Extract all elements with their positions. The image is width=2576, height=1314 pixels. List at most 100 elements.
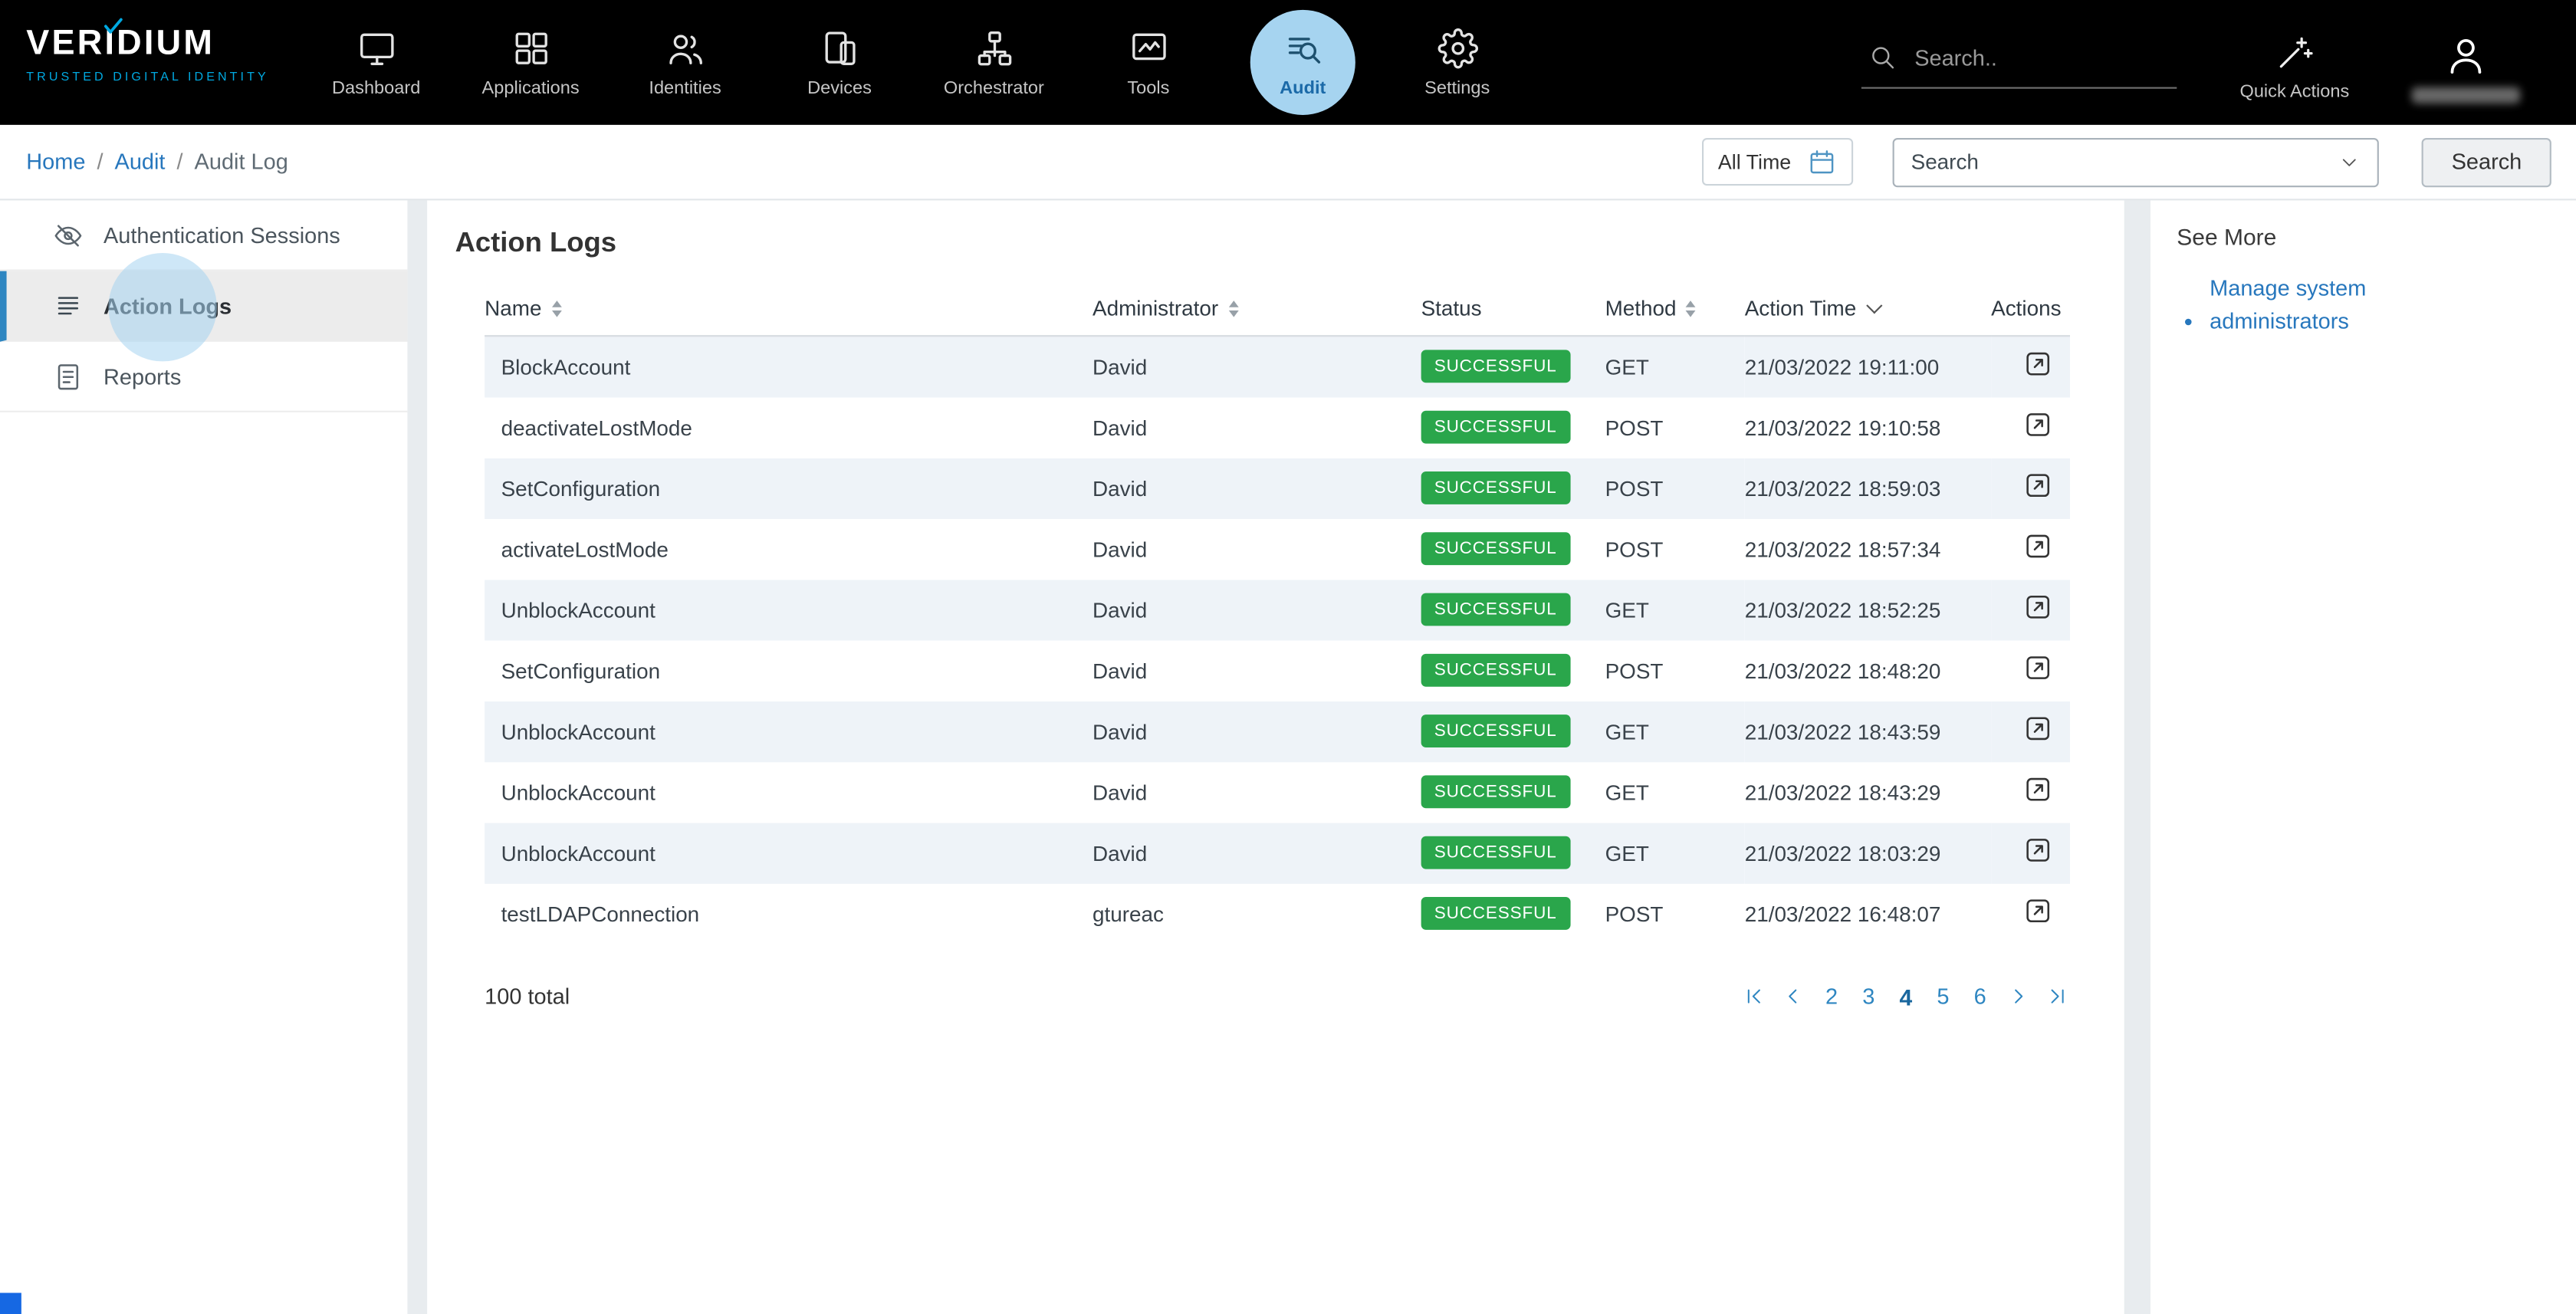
- cell-name: BlockAccount: [485, 336, 1092, 396]
- column-header-inner: Administrator: [1092, 296, 1238, 320]
- veridium-logo[interactable]: VERIDIUM TRUSTED DIGITAL IDENTITY: [0, 0, 276, 125]
- page-2-button[interactable]: 2: [1821, 984, 1843, 1009]
- breadcrumb-item-audit-log: Audit Log: [195, 149, 288, 174]
- quick-actions-button[interactable]: Quick Actions: [2239, 23, 2349, 102]
- nav-item-label: Dashboard: [332, 78, 420, 98]
- cell-status: SUCCESSFUL: [1421, 823, 1605, 883]
- nav-item-label: Devices: [807, 78, 872, 98]
- search-button[interactable]: Search: [2422, 137, 2551, 186]
- table-row: activateLostModeDavidSUCCESSFULPOST21/03…: [485, 518, 2070, 579]
- status-badge: SUCCESSFUL: [1421, 593, 1570, 626]
- nav-item-devices[interactable]: Devices: [762, 0, 916, 125]
- global-search-input[interactable]: [1914, 45, 2153, 70]
- cell-name: UnblockAccount: [485, 761, 1092, 822]
- status-badge: SUCCESSFUL: [1421, 897, 1570, 930]
- eye-off-icon: [53, 219, 84, 251]
- dashboard-icon: [356, 27, 397, 68]
- cell-name: deactivateLostMode: [485, 397, 1092, 458]
- cell-name: testLDAPConnection: [485, 883, 1092, 944]
- open-log-action-button[interactable]: [2022, 470, 2054, 501]
- open-log-icon: [2022, 652, 2054, 684]
- column-header-method[interactable]: Method: [1605, 283, 1745, 337]
- veridium-admin-console: VERIDIUM TRUSTED DIGITAL IDENTITY Dashbo…: [0, 0, 2576, 1314]
- nav-item-dashboard[interactable]: Dashboard: [299, 0, 453, 125]
- search-icon: [1868, 43, 1898, 73]
- cell-administrator: David: [1092, 397, 1421, 458]
- nav-item-settings[interactable]: Settings: [1380, 0, 1534, 125]
- nav-item-tools[interactable]: Tools: [1071, 0, 1225, 125]
- open-log-action-button[interactable]: [2022, 895, 2054, 927]
- action-logs-table: NameAdministrator Status Method Action Time…: [485, 283, 2070, 1010]
- sort-icon: [1686, 300, 1696, 316]
- action-logs-table-body: BlockAccountDavidSUCCESSFULGET21/03/2022…: [485, 336, 2070, 944]
- person-icon: [2443, 32, 2489, 78]
- devices-icon: [819, 27, 860, 68]
- nav-item-orchestrator[interactable]: Orchestrator: [917, 0, 1071, 125]
- open-log-action-button[interactable]: [2022, 774, 2054, 805]
- cell-status: SUCCESSFUL: [1421, 336, 1605, 396]
- page-5-button[interactable]: 5: [1932, 984, 1954, 1009]
- status-badge: SUCCESSFUL: [1421, 471, 1570, 504]
- cell-action-time: 21/03/2022 18:52:25: [1745, 579, 1991, 639]
- orchestrator-icon: [974, 27, 1015, 68]
- open-log-icon: [2022, 349, 2054, 380]
- cell-action-time: 21/03/2022 18:59:03: [1745, 458, 1991, 518]
- nav-item-audit[interactable]: Audit: [1226, 0, 1380, 125]
- column-header-administrator[interactable]: Administrator: [1092, 283, 1421, 337]
- table-row: SetConfigurationDavidSUCCESSFULPOST21/03…: [485, 640, 2070, 701]
- wand-icon: [2275, 33, 2314, 72]
- cell-name: SetConfiguration: [485, 458, 1092, 518]
- open-log-action-button[interactable]: [2022, 835, 2054, 866]
- open-log-action-button[interactable]: [2022, 409, 2054, 441]
- open-log-action-button[interactable]: [2022, 713, 2054, 744]
- column-header-action-time[interactable]: Action Time: [1745, 283, 1991, 337]
- open-log-icon: [2022, 409, 2054, 441]
- audit-icon: [1283, 27, 1324, 68]
- cell-actions: [1991, 579, 2070, 639]
- nav-item-label: Orchestrator: [944, 78, 1044, 98]
- page-3-button[interactable]: 3: [1858, 984, 1880, 1009]
- open-log-icon: [2022, 470, 2054, 501]
- sidebar-item-authentication-sessions[interactable]: Authentication Sessions: [0, 200, 407, 271]
- table-row: BlockAccountDavidSUCCESSFULGET21/03/2022…: [485, 336, 2070, 396]
- cell-method: GET: [1605, 579, 1745, 639]
- column-header-status: Status: [1421, 283, 1605, 337]
- prev-page-button[interactable]: [1781, 984, 1806, 1009]
- cell-action-time: 21/03/2022 18:57:34: [1745, 518, 1991, 579]
- brand-row: VERIDIUM: [26, 25, 215, 64]
- open-log-action-button[interactable]: [2022, 652, 2054, 684]
- last-page-button[interactable]: [2045, 984, 2070, 1009]
- time-range-button[interactable]: All Time: [1701, 138, 1853, 186]
- user-menu[interactable]: [2412, 22, 2520, 103]
- search-type-dropdown[interactable]: Search: [1893, 137, 2379, 186]
- first-page-button[interactable]: [1742, 984, 1766, 1009]
- next-page-icon: [2006, 984, 2030, 1009]
- open-log-action-button[interactable]: [2022, 349, 2054, 380]
- breadcrumb-item-home[interactable]: Home: [26, 149, 85, 174]
- nav-item-applications[interactable]: Applications: [453, 0, 607, 125]
- top-navigation: Dashboard ApplicationsIdentities Devices Or…: [299, 0, 1534, 125]
- open-log-action-button[interactable]: [2022, 591, 2054, 623]
- page-4-button[interactable]: 4: [1894, 984, 1917, 1010]
- sidebar-item-reports[interactable]: Reports: [0, 342, 407, 412]
- table-row: UnblockAccountDavidSUCCESSFULGET21/03/20…: [485, 701, 2070, 761]
- column-header-inner: Status: [1421, 296, 1482, 320]
- column-header-actions: Actions: [1991, 283, 2070, 337]
- page-6-button[interactable]: 6: [1969, 984, 1991, 1009]
- cell-status: SUCCESSFUL: [1421, 397, 1605, 458]
- cell-action-time: 21/03/2022 18:43:29: [1745, 761, 1991, 822]
- nav-item-identities[interactable]: Identities: [608, 0, 762, 125]
- cell-method: GET: [1605, 701, 1745, 761]
- cell-method: POST: [1605, 640, 1745, 701]
- filter-controls: All Time Search Search: [1701, 137, 2551, 186]
- see-more-link-manage-system-administrators[interactable]: Manage system administrators: [2210, 273, 2384, 337]
- sidebar-item-action-logs[interactable]: Action Logs: [0, 271, 407, 342]
- column-header-name[interactable]: Name: [485, 283, 1092, 337]
- breadcrumb-item-audit[interactable]: Audit: [115, 149, 166, 174]
- status-badge: SUCCESSFUL: [1421, 532, 1570, 565]
- open-log-action-button[interactable]: [2022, 531, 2054, 562]
- column-header-inner: Method: [1605, 296, 1697, 320]
- table-footer: 100 total 23456: [485, 984, 2070, 1010]
- user-name-redacted: [2412, 87, 2520, 103]
- next-page-button[interactable]: [2006, 984, 2030, 1009]
